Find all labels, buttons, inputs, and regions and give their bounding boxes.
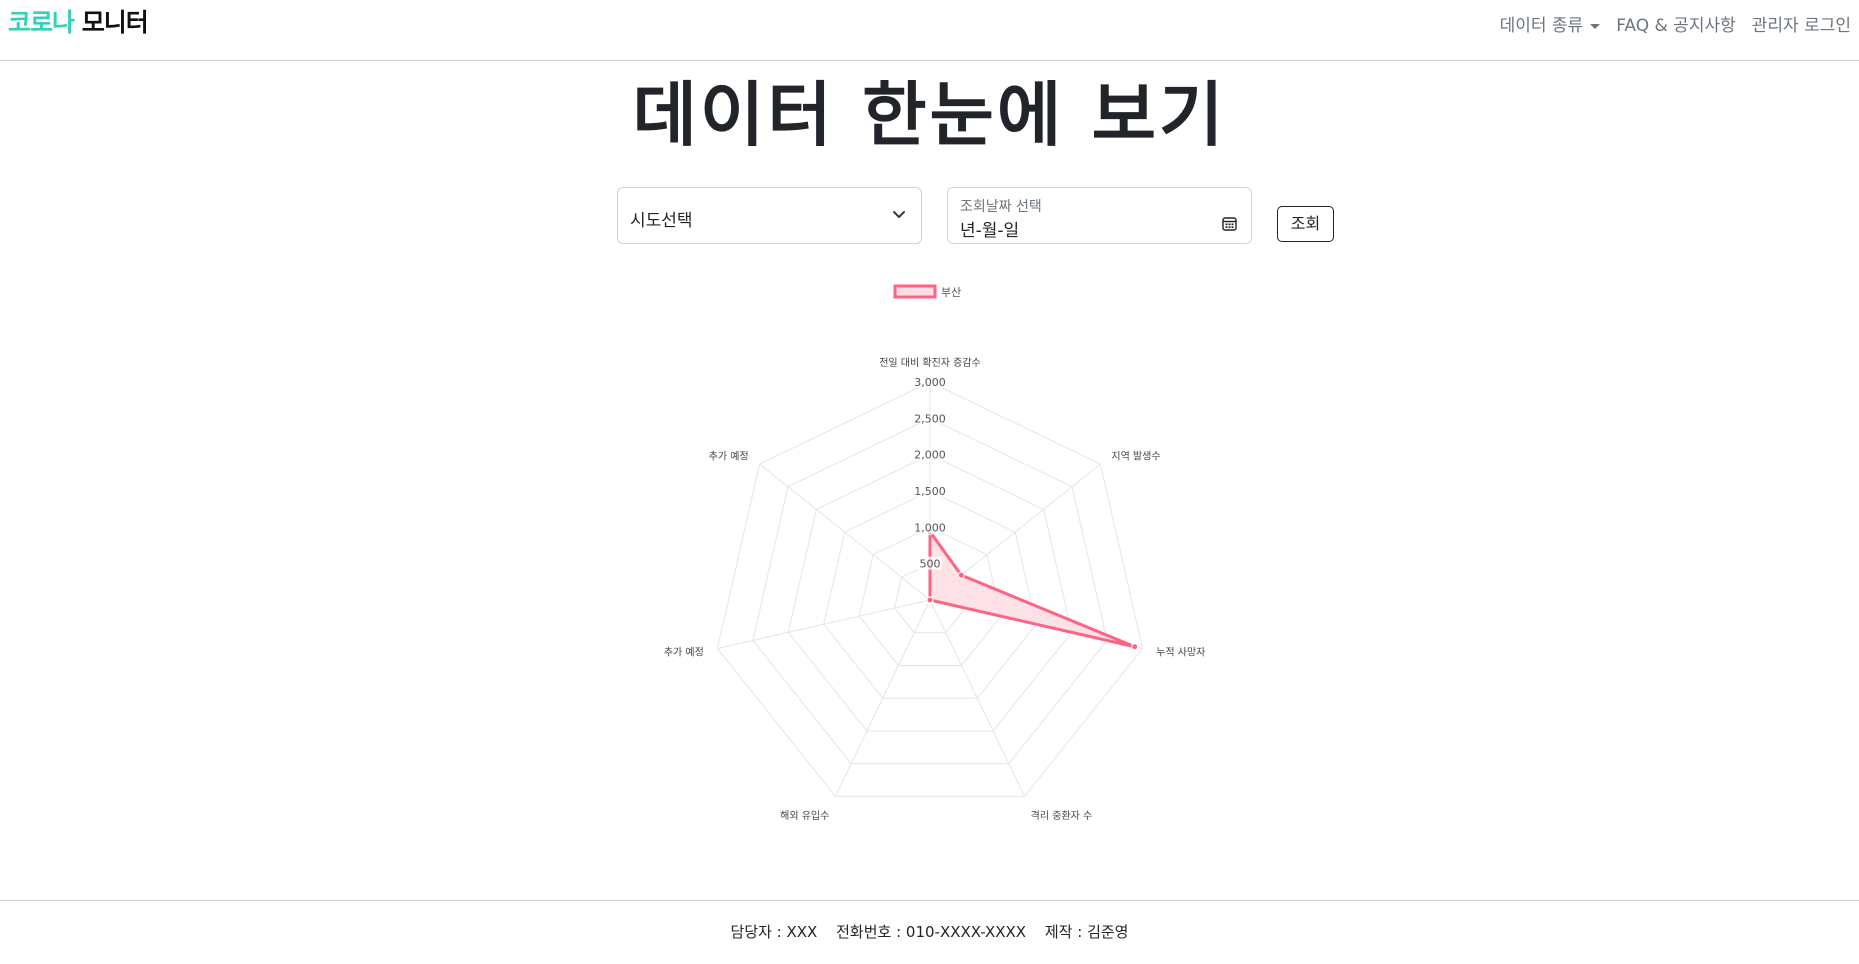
radar-tick-label: 1,000 [914, 521, 946, 534]
sido-select[interactable]: 시도선택 [617, 187, 922, 244]
radar-tick-label: 3,000 [914, 376, 946, 389]
radar-axis-label: 지역 발생수 [1111, 450, 1160, 462]
brand-logo[interactable]: 코로나 모니터 [8, 6, 149, 40]
nav-admin-login-link[interactable]: 관리자 로그인 [1744, 14, 1859, 38]
radar-axis-label: 격리 중환자 수 [1031, 809, 1093, 822]
radar-data-point [957, 571, 965, 579]
calendar-icon[interactable] [1222, 216, 1237, 235]
radar-data-point [1131, 643, 1139, 651]
radar-tick-label: 1,500 [914, 485, 946, 498]
radar-axis-label: 추가 예정 [664, 647, 704, 659]
radar-data-point [926, 596, 934, 604]
radar-axis-label: 추가 예정 [709, 450, 749, 462]
radar-axis-label: 누적 사망자 [1156, 647, 1205, 659]
footer-info: 담당자 : XXX 전화번호 : 010-XXXX-XXXX 제작 : 김준영 [0, 921, 1859, 942]
legend-swatch [893, 284, 937, 299]
chevron-down-icon [891, 206, 907, 226]
caret-down-icon [1590, 23, 1601, 29]
date-input-value: 년-월-일 [960, 221, 1020, 241]
date-input-label: 조회날짜 선택 [960, 199, 1042, 215]
radar-tick-label: 2,500 [914, 412, 946, 425]
query-button[interactable]: 조회 [1277, 206, 1334, 242]
footer-manager: 담당자 : XXX [730, 923, 818, 941]
radar-tick-label: 2,000 [914, 449, 946, 462]
nav-links: 데이터 종류 FAQ & 공지사항 관리자 로그인 [1492, 14, 1859, 38]
radar-chart: 500 1,000 1,500 2,000 2,500 3,000 전일 대비 확진자 증감… [580, 275, 1280, 885]
navbar: 코로나 모니터 데이터 종류 FAQ & 공지사항 관리자 로그인 [0, 0, 1859, 61]
nav-faq-link[interactable]: FAQ & 공지사항 [1608, 14, 1744, 38]
radar-axis-label: 해외 유입수 [780, 809, 829, 822]
footer-producer: 제작 : 김준영 [1044, 923, 1129, 941]
radar-chart-svg: 500 1,000 1,500 2,000 2,500 3,000 전일 대비 확진자 증감… [664, 284, 1205, 822]
page-title: 데이터 한눈에 보기 [632, 74, 1227, 156]
legend-label: 부산 [941, 286, 961, 299]
radar-tick-label: 500 [920, 558, 941, 571]
radar-axis-label: 전일 대비 확진자 증감수 [879, 357, 981, 369]
radar-data [926, 528, 1139, 651]
brand-part2: 모니터 [81, 8, 149, 37]
brand-part1: 코로나 [8, 8, 75, 37]
footer-phone: 전화번호 : 010-XXXX-XXXX [836, 923, 1027, 941]
nav-data-types-label: 데이터 종류 [1499, 16, 1584, 36]
radar-spoke [717, 599, 931, 649]
date-input[interactable]: 조회날짜 선택 년-월-일 [947, 187, 1252, 244]
radar-spoke [759, 463, 931, 601]
nav-data-types-dropdown[interactable]: 데이터 종류 [1492, 14, 1609, 38]
sido-select-value: 시도선택 [630, 211, 693, 231]
footer: 담당자 : XXX 전화번호 : 010-XXXX-XXXX 제작 : 김준영 [0, 900, 1859, 964]
